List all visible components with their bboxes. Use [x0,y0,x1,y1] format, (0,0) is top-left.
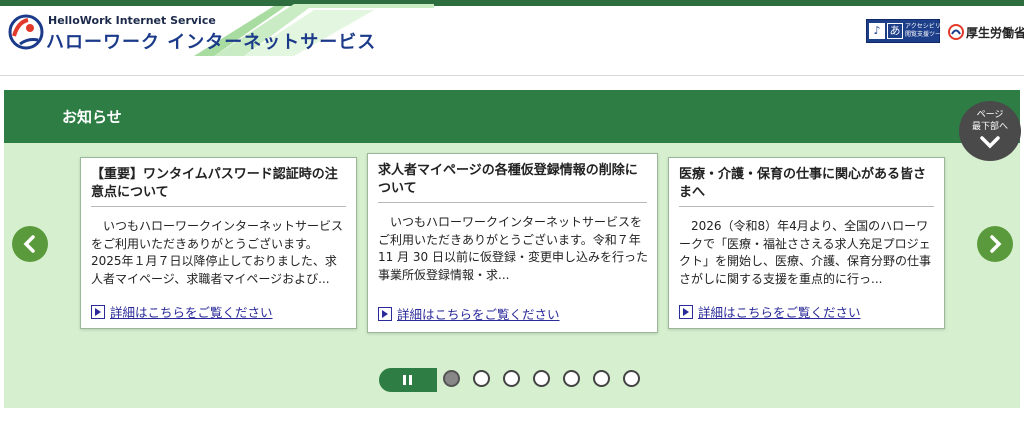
carousel-dot[interactable] [473,370,490,387]
chevron-left-icon [23,235,35,253]
carousel-prev-button[interactable] [12,226,48,262]
chevron-right-icon [990,235,1002,253]
news-card-link[interactable]: 詳細はこちらをご覧ください [679,302,861,321]
news-card-title: 【重要】ワンタイムパスワード認証時の注意点について [91,166,346,207]
news-card-title: 求人者マイページの各種仮登録情報の削除について [378,162,647,203]
page-bottom-area [0,408,1024,430]
accessibility-tool-button[interactable]: ♪ あ アクセシビリティ 閲覧支援ツール [866,19,952,43]
logo-english-text: HelloWork Internet Service [48,14,216,27]
site-header: HelloWork Internet Service ハローワーク インターネッ… [0,4,1024,76]
carousel-dot[interactable] [443,370,460,387]
play-arrow-icon [91,304,105,319]
play-arrow-icon [679,304,693,319]
news-card-body: いつもハローワークインターネットサービスをご利用いただきありがとうございます。令… [378,215,648,282]
carousel-dot[interactable] [503,370,520,387]
carousel-dot[interactable] [623,370,640,387]
news-card-link[interactable]: 詳細はこちらをご覧ください [378,304,560,323]
chevron-down-icon [980,136,1000,149]
mhlw-name: 厚生労働省 [966,26,1024,40]
news-card[interactable]: 医療・介護・保育の仕事に関心がある皆さまへ 2026（令和8）年4月より、全国の… [668,157,945,329]
carousel-next-button[interactable] [977,226,1013,262]
carousel-dot[interactable] [533,370,550,387]
news-card[interactable]: 【重要】ワンタイムパスワード認証時の注意点について いつもハローワークインターネ… [80,157,357,329]
carousel-dot[interactable] [593,370,610,387]
news-card[interactable]: 求人者マイページの各種仮登録情報の削除について いつもハローワークインターネット… [367,153,658,333]
news-section-header: お知らせ [4,90,1020,143]
news-card-title: 医療・介護・保育の仕事に関心がある皆さまへ [679,166,934,207]
carousel-pause-button[interactable] [379,368,437,392]
play-arrow-icon [378,306,392,321]
site-logo[interactable]: HelloWork Internet Service ハローワーク インターネッ… [4,4,434,56]
scroll-to-bottom-button[interactable]: ページ 最下部へ [959,101,1021,161]
logo-japanese-text: ハローワーク インターネットサービス [46,32,377,53]
font-size-icon: あ [887,23,903,39]
news-card-body: いつもハローワークインターネットサービスをご利用いただきありがとうございます。2… [91,219,344,286]
carousel-dot[interactable] [563,370,580,387]
hellowork-logo-icon [8,14,44,50]
scroll-to-bottom-label: ページ 最下部へ [971,110,1008,132]
mhlw-logo[interactable]: 厚生労働省 [946,16,1024,46]
news-section-title: お知らせ [62,108,122,126]
news-card-link[interactable]: 詳細はこちらをご覧ください [91,302,273,321]
speaker-icon: ♪ [869,23,885,39]
mhlw-emblem-icon [948,24,964,40]
news-card-body: 2026（令和8）年4月より、全国のハローワークで「医療・福祉ささえる求人充足プ… [679,219,932,286]
pause-icon [403,375,413,385]
